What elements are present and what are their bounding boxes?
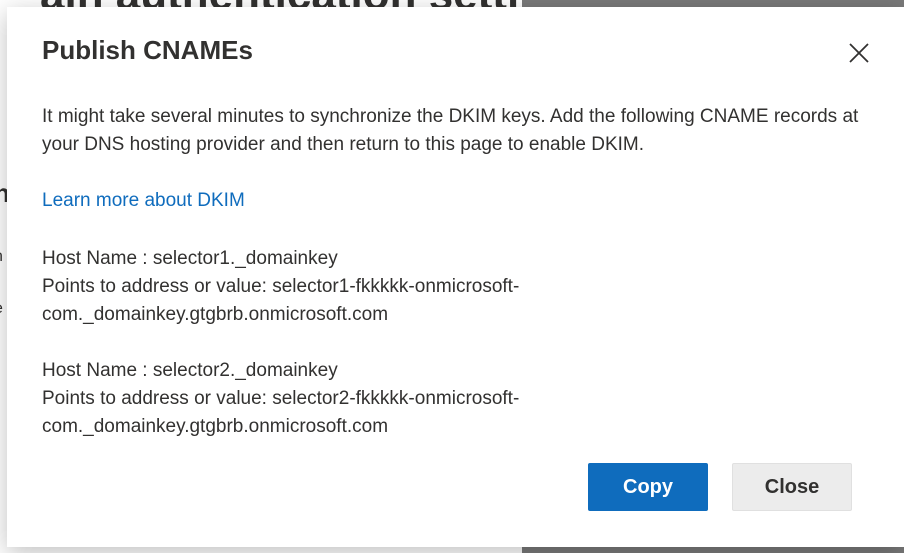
- record-host-name: Host Name : selector1._domainkey: [42, 248, 338, 269]
- dialog-title: Publish CNAMEs: [42, 35, 253, 65]
- dialog-close-button[interactable]: [845, 39, 873, 67]
- cname-record-2: Host Name : selector2._domainkey Points …: [42, 357, 602, 441]
- dialog-description: It might take several minutes to synchro…: [42, 106, 859, 155]
- close-button[interactable]: Close: [732, 463, 852, 511]
- background-fragment: e: [0, 300, 3, 318]
- record-value-line: Points to address or value: selector2-fk…: [42, 388, 520, 409]
- record-value-line: Points to address or value: selector1-fk…: [42, 276, 520, 297]
- record-value-line: com._domainkey.gtgbrb.onmicrosoft.com: [42, 304, 389, 325]
- cname-record-1: Host Name : selector1._domainkey Points …: [42, 245, 602, 329]
- record-host-name: Host Name : selector2._domainkey: [42, 360, 338, 381]
- copy-button[interactable]: Copy: [588, 463, 708, 511]
- record-value-line: com._domainkey.gtgbrb.onmicrosoft.com: [42, 416, 389, 437]
- learn-more-dkim-link[interactable]: Learn more about DKIM: [42, 187, 245, 215]
- background-fragment: n: [0, 248, 3, 266]
- close-icon: [849, 43, 869, 63]
- publish-cnames-dialog: Publish CNAMEs It might take several min…: [7, 7, 904, 547]
